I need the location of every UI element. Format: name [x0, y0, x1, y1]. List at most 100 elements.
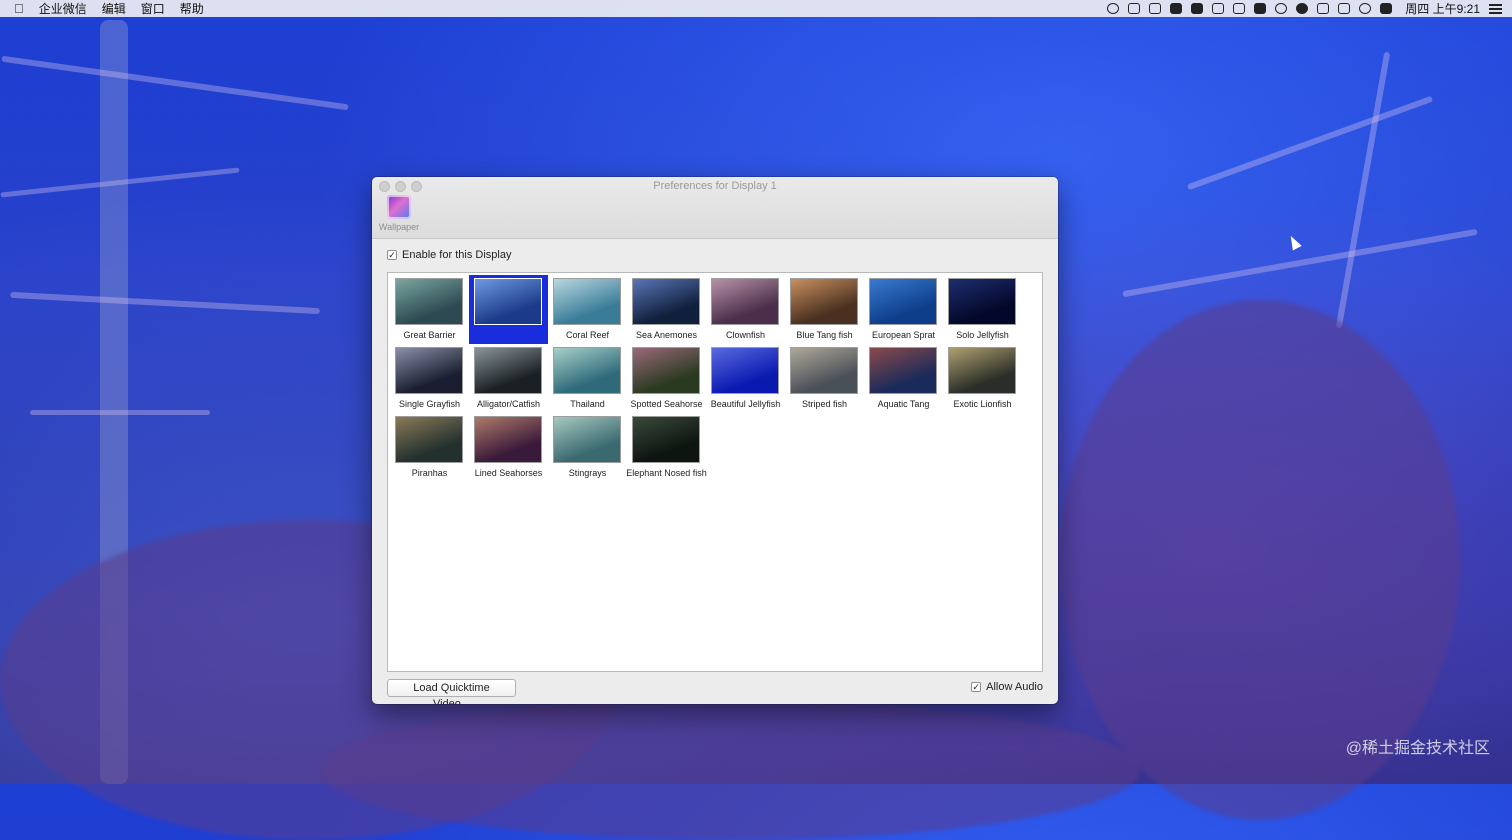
wallpaper-tile[interactable]: Great Barrier — [390, 275, 469, 344]
apple-menu-icon[interactable]:  — [14, 1, 24, 16]
s-badge-status-icon[interactable] — [1380, 3, 1393, 14]
enable-display-label: Enable for this Display — [402, 249, 512, 261]
wallpaper-tile[interactable]: Sea Anemones — [627, 275, 706, 344]
menu-edit[interactable]: 编辑 — [102, 0, 126, 17]
wallpaper-thumbnail — [474, 416, 542, 463]
menu-bar:  企业微信 编辑 窗口 帮助 周四 上午9:21 — [0, 0, 1512, 17]
toolbar-wallpaper[interactable]: Wallpaper — [378, 195, 420, 232]
wallpaper-thumbnail — [790, 347, 858, 394]
wallpaper-caption: Beautiful Jellyfish — [710, 399, 781, 409]
wallpaper-caption: Lined Seahorses — [474, 468, 543, 478]
enable-checkmark-icon[interactable]: ✓ — [387, 250, 397, 260]
watermark: @稀土掘金技术社区 — [1345, 740, 1490, 757]
notification-center-icon[interactable] — [1489, 3, 1502, 14]
wallpaper-thumbnail — [790, 278, 858, 325]
wallpaper-tile[interactable]: Lined Seahorses — [469, 413, 548, 482]
wallpaper-tile[interactable]: Exotic Lionfish — [943, 344, 1022, 413]
wallpaper-tile[interactable]: Alligator/Catfish — [469, 344, 548, 413]
window-titlebar: Preferences for Display 1 Wallpaper — [372, 177, 1058, 239]
wallpaper-caption: Clownfish — [725, 330, 765, 340]
preferences-window: Preferences for Display 1 Wallpaper ✓ En… — [372, 177, 1058, 704]
wallpaper-tiles: Great Barrier Sunken Ship Coral Reef Sea An… — [390, 275, 1022, 482]
bolt-status-icon[interactable] — [1317, 3, 1330, 14]
wallpaper-caption: Spotted Seahorse — [630, 399, 703, 409]
bottom-bar: Load Quicktime Video... ✓ Allow Audio — [387, 679, 1043, 704]
wallpaper-thumbnail — [869, 347, 937, 394]
wallpaper-caption: Aquatic Tang — [877, 399, 930, 409]
camera-status-icon[interactable] — [1170, 3, 1183, 14]
wallpaper-tile[interactable]: Single Grayfish — [390, 344, 469, 413]
wallpaper-thumbnail — [711, 347, 779, 394]
wallpaper-caption: Great Barrier — [403, 330, 456, 340]
wallpaper-thumbnail — [869, 278, 937, 325]
wallpaper-caption: European Sprat — [871, 330, 936, 340]
allow-audio-label: Allow Audio — [986, 681, 1043, 693]
wallpaper-caption: Blue Tang fish — [796, 330, 853, 340]
search-icon[interactable] — [1275, 3, 1288, 14]
enable-display-checkbox[interactable]: ✓ Enable for this Display — [387, 249, 511, 261]
wallpaper-tile[interactable]: Blue Tang fish — [785, 275, 864, 344]
wallpaper-tile[interactable]: Aquatic Tang — [864, 344, 943, 413]
wallpaper-thumbnail — [948, 278, 1016, 325]
wallpaper-caption: Piranhas — [411, 468, 448, 478]
wallpaper-caption: Sea Anemones — [635, 330, 698, 340]
menu-help[interactable]: 帮助 — [180, 0, 204, 17]
wallpaper-caption: Coral Reef — [565, 330, 610, 340]
wallpaper-thumbnail — [948, 347, 1016, 394]
wallpaper-thumbnail — [711, 278, 779, 325]
wallpaper-caption: Thailand — [570, 399, 605, 409]
send-status-icon[interactable] — [1149, 3, 1162, 14]
wallpaper-caption: Single Grayfish — [398, 399, 461, 409]
wallpaper-tile[interactable]: European Sprat — [864, 275, 943, 344]
wallpaper-grid: Great Barrier Sunken Ship Coral Reef Sea An… — [387, 272, 1043, 672]
wallpaper-thumbnail — [632, 416, 700, 463]
wallpaper-thumbnail — [395, 347, 463, 394]
mouse-cursor-icon — [1286, 233, 1302, 251]
grid-status-icon[interactable] — [1212, 3, 1225, 14]
wallpaper-thumbnail — [632, 347, 700, 394]
display-status-icon[interactable] — [1233, 3, 1246, 14]
wallpaper-caption: Elephant Nosed fish — [626, 468, 707, 478]
wallpaper-thumbnail — [632, 278, 700, 325]
wallpaper-tile[interactable]: Piranhas — [390, 413, 469, 482]
s-app-status-icon[interactable] — [1128, 3, 1141, 14]
wallpaper-caption: Striped fish — [801, 399, 848, 409]
allow-audio-checkbox[interactable]: ✓ Allow Audio — [971, 681, 1043, 693]
audio-checkmark-icon[interactable]: ✓ — [971, 682, 982, 692]
wallpaper-tile[interactable]: Stingrays — [548, 413, 627, 482]
wallpaper-thumbnail — [553, 278, 621, 325]
wallpaper-tile[interactable]: Thailand — [548, 344, 627, 413]
bluetooth-status-icon[interactable] — [1338, 3, 1351, 14]
wallpaper-caption: Stingrays — [568, 468, 607, 478]
wallpaper-thumbnail — [474, 347, 542, 394]
wallpaper-tile[interactable]: Elephant Nosed fish — [626, 413, 707, 482]
chat-status-icon[interactable] — [1107, 3, 1120, 14]
menu-clock[interactable]: 周四 上午9:21 — [1405, 0, 1480, 17]
window-title: Preferences for Display 1 — [653, 180, 777, 192]
wallpaper-thumbnail — [553, 416, 621, 463]
wallpaper-caption: Exotic Lionfish — [953, 399, 1012, 409]
wallpaper-thumbnail — [553, 347, 621, 394]
menu-app-name[interactable]: 企业微信 — [39, 0, 87, 17]
wallpaper-tile[interactable]: Solo Jellyfish — [943, 275, 1022, 344]
wallpaper-tile[interactable]: Beautiful Jellyfish — [706, 344, 785, 413]
wallpaper-icon — [387, 195, 411, 219]
cloud-status-icon[interactable] — [1254, 3, 1267, 14]
wallpaper-tile[interactable]: Striped fish — [785, 344, 864, 413]
wallpaper-caption: Sunken Ship — [482, 330, 535, 340]
wallpaper-tile[interactable]: Sunken Ship — [469, 275, 548, 344]
wallpaper-thumbnail — [395, 416, 463, 463]
wifi-icon[interactable] — [1359, 3, 1372, 14]
wallpaper-tile[interactable]: Coral Reef — [548, 275, 627, 344]
user-status-icon[interactable] — [1296, 3, 1309, 14]
menu-window[interactable]: 窗口 — [141, 0, 165, 17]
wallpaper-tile[interactable]: Clownfish — [706, 275, 785, 344]
wallpaper-tile[interactable]: Spotted Seahorse — [627, 344, 706, 413]
toolbar-wallpaper-label: Wallpaper — [378, 222, 420, 232]
wallpaper-thumbnail — [395, 278, 463, 325]
wallpaper-caption: Solo Jellyfish — [956, 330, 1009, 340]
wallpaper-caption: Alligator/Catfish — [476, 399, 541, 409]
load-quicktime-button[interactable]: Load Quicktime Video... — [387, 679, 516, 704]
microphone-status-icon[interactable] — [1191, 3, 1204, 14]
wallpaper-thumbnail — [474, 278, 542, 325]
